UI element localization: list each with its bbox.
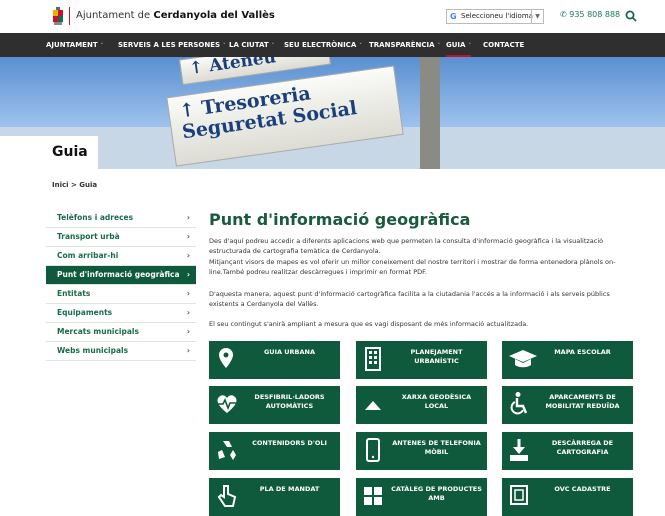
google-icon: G (450, 12, 457, 21)
language-select[interactable]: G Seleccioneu l'idioma ▼ (446, 9, 544, 24)
chevron-right-icon: › (186, 308, 190, 317)
site-title[interactable]: Ajuntament de Cerdanyola del Vallès (76, 10, 275, 21)
intro-paragraph: Mitjançant visors de mapes es vol oferir… (209, 258, 616, 276)
page-title: Guia (52, 144, 88, 160)
tile-mapa-escolar[interactable]: MAPA ESCOLAR (502, 341, 633, 379)
sidebar-item-entitats[interactable]: Entitats › (46, 285, 196, 304)
sidebar-item-punt-informacio[interactable]: Punt d'informació geogràfica › (46, 266, 196, 285)
breadcrumb[interactable]: Inici > Guia (52, 181, 97, 189)
caret-down-icon: ˅ (437, 43, 441, 49)
chevron-right-icon: › (186, 289, 190, 298)
nav-seu-electronica[interactable]: SEU ELECTRÒNICA ˅ (284, 33, 362, 57)
chevron-down-icon: ▼ (531, 10, 543, 23)
wheelchair-icon (510, 392, 528, 415)
graduation-cap-icon (509, 350, 537, 368)
mobile-phone-icon (366, 438, 380, 462)
chevron-right-icon: › (186, 327, 190, 336)
tile-descarrega[interactable]: DESCÀRREGA DE CARTOGRAFIA (502, 432, 633, 470)
hero-title-box: Guia (0, 136, 98, 169)
chevron-right-icon: › (186, 270, 190, 279)
sidebar-item-equipaments[interactable]: Equipaments › (46, 304, 196, 323)
section-title: Punt d'informació geogràfica (209, 210, 471, 229)
tile-guia-urbana[interactable]: GUIA URBANA (209, 341, 340, 379)
main-nav: AJUNTAMENT ˅ SERVEIS A LES PERSONES ˅ LA C… (0, 33, 665, 57)
recycle-icon (218, 441, 236, 460)
chevron-right-icon: › (186, 213, 190, 222)
tile-pla-mandat[interactable]: PLA DE MANDAT (209, 478, 340, 516)
sidebar-menu: Telèfons i adreces › Transport urbà › Com … (46, 209, 196, 361)
top-header: Ajuntament de Cerdanyola del Vallès G Se… (0, 0, 665, 33)
tile-aparcaments[interactable]: APARCAMENTS DE MOBILITAT REDUÏDA (502, 386, 633, 424)
sidebar-item-transport[interactable]: Transport urbà › (46, 228, 196, 247)
chevron-right-icon: › (186, 251, 190, 260)
sidebar-item-webs[interactable]: Webs municipals › (46, 342, 196, 361)
intro-paragraph: D'aquesta manera, aquest punt d'informac… (209, 290, 610, 308)
logo-separator (69, 7, 70, 25)
intro-paragraph: El seu contingut s'anirà ampliant a mesu… (209, 320, 529, 328)
phone-link[interactable]: ✆ 935 808 888 (560, 10, 620, 19)
caret-down-icon: ˅ (468, 43, 471, 49)
building-icon (365, 347, 381, 371)
nav-contacte[interactable]: CONTACTE (483, 33, 524, 57)
caret-down-icon: ˅ (359, 43, 362, 49)
nav-guia[interactable]: GUIA ˅ (446, 33, 471, 57)
caret-down-icon: ˅ (271, 43, 275, 49)
tile-cataleg-productes[interactable]: CATÀLEG DE PRODUCTES AMB (356, 478, 487, 516)
frame-icon (510, 485, 528, 505)
tile-antenes[interactable]: ANTENES DE TELEFONIA MÒBIL (356, 432, 487, 470)
nav-transparencia[interactable]: TRANSPARÈNCIA ˅ (369, 33, 440, 57)
hero-banner: ↑ Ateneu ↑ Tresoreria Seguretat Social Gu… (0, 57, 665, 169)
tile-contenidors-oli[interactable]: CONTENIDORS D'OLI (209, 432, 340, 470)
triangle-icon (365, 401, 381, 410)
hand-pointer-icon (217, 485, 237, 507)
nav-la-ciutat[interactable]: LA CIUTAT ˅ (229, 33, 274, 57)
nav-ajuntament[interactable]: AJUNTAMENT ˅ (46, 33, 103, 57)
sidebar-item-telefons[interactable]: Telèfons i adreces › (46, 209, 196, 228)
download-icon (510, 439, 528, 461)
map-pin-icon (219, 348, 233, 368)
sidebar-item-com-arribar[interactable]: Com arribar-hi › (46, 247, 196, 266)
chevron-right-icon: › (186, 346, 190, 355)
chevron-right-icon: › (186, 232, 190, 241)
tile-desfibril-ladors[interactable]: DESFIBRIL·LADORS AUTOMÀTICS (209, 386, 340, 424)
heartbeat-icon (217, 395, 237, 413)
sidebar-item-mercats[interactable]: Mercats municipals › (46, 323, 196, 342)
search-icon[interactable] (625, 10, 637, 22)
city-logo-icon[interactable] (52, 7, 64, 25)
intro-paragraph: Des d'aquí podreu accedir a diferents ap… (209, 237, 604, 255)
tile-xarxa-geodesica[interactable]: XARXA GEODÈSICA LOCAL (356, 386, 487, 424)
grid-icon (364, 487, 382, 505)
phone-icon: ✆ (560, 10, 567, 19)
caret-down-icon: ˅ (100, 43, 104, 49)
nav-serveis[interactable]: SERVEIS A LES PERSONES ˅ (118, 33, 226, 57)
caret-down-icon: ˅ (223, 43, 226, 49)
tile-ovc-cadastre[interactable]: OVC CADASTRE (502, 478, 633, 516)
tile-planejament[interactable]: PLANEJAMENT URBANÍSTIC (356, 341, 487, 379)
